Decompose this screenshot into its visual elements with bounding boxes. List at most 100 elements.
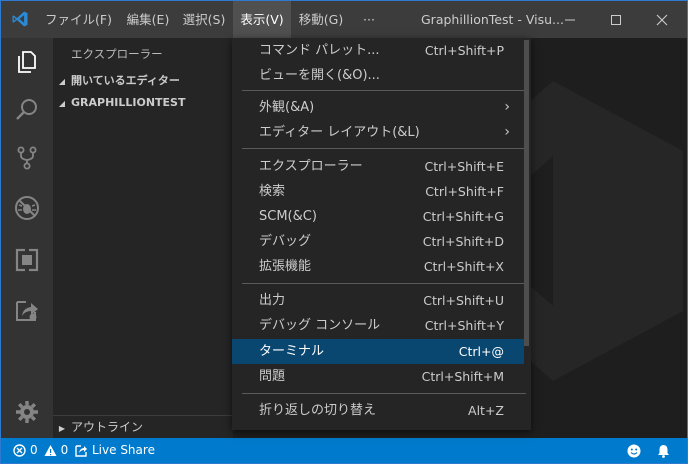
error-count: 0 [30,443,38,457]
activity-search[interactable] [1,86,53,134]
menu-item-label: ビューを開く(&O)... [259,68,380,83]
menu-item-output[interactable]: 出力 Ctrl+Shift+U [232,288,524,313]
menu-item-extensions[interactable]: 拡張機能 Ctrl+Shift+X [232,254,524,279]
menu-item-shortcut: Ctrl+Shift+M [421,369,504,384]
explorer-sidebar: エクスプローラー ◢ 開いているエディター ◢ GRAPHILLIONTEST ▶ ア… [53,38,233,438]
menu-item-shortcut: Ctrl+Shift+U [423,293,504,308]
menu-item-label: コマンド パレット... [259,43,380,58]
menu-item-label: デバッグ [259,234,312,249]
chevron-right-icon: ▶ [58,424,66,433]
live-share-icon [16,301,38,321]
activity-bar [1,38,53,438]
menu-edit[interactable]: 編集(E) [123,1,173,38]
menu-item-label: ターミナル [259,344,325,359]
menu-item-label: エクスプローラー [259,159,363,174]
menu-file[interactable]: ファイル(F) [41,1,116,38]
menu-item-shortcut: Ctrl+Shift+E [424,159,505,174]
menu-item-command-palette[interactable]: コマンド パレット... Ctrl+Shift+P [232,38,524,63]
menu-item-label: 検索 [259,184,286,199]
menu-item-toggle-word-wrap[interactable]: 折り返しの切り替え Alt+Z [232,398,524,423]
menu-item-terminal[interactable]: ターミナル Ctrl+@ [232,339,524,364]
menu-item-label: デバッグ コンソール [259,318,381,333]
menu-more[interactable]: ··· [356,1,382,38]
menu-separator [242,393,526,394]
menu-item-shortcut: Ctrl+Shift+P [424,43,504,58]
minimize-icon [565,19,575,20]
window-title: GraphillionTest - Visu... [421,12,564,27]
menu-item-label: エディター レイアウト(&L) [259,125,420,140]
chevron-right-icon: › [504,124,510,140]
live-share-button[interactable]: Live Share [75,438,155,463]
menu-go[interactable]: 移動(G) [295,1,347,38]
section-open-editors[interactable]: ◢ 開いているエディター [53,70,233,92]
gear-icon [16,401,38,423]
menu-item-shortcut: Ctrl+Shift+F [425,184,504,199]
menu-item-search[interactable]: 検索 Ctrl+Shift+F [232,179,524,204]
close-icon [656,14,668,25]
smiley-icon [627,444,641,457]
menu-item-scm[interactable]: SCM(&C) Ctrl+Shift+G [232,204,524,229]
activity-debug[interactable] [1,184,53,232]
section-outline-label: アウトライン [71,420,144,434]
activity-scm[interactable] [1,134,53,182]
vscode-logo-icon[interactable] [11,10,29,28]
menu-item-shortcut: Ctrl+Shift+Y [424,318,504,333]
warning-count: 0 [60,443,69,457]
feedback-button[interactable] [627,438,641,463]
warning-icon [44,445,57,456]
menu-item-label: 拡張機能 [259,259,312,274]
menu-item-debug-console[interactable]: デバッグ コンソール Ctrl+Shift+Y [232,313,524,338]
maximize-button[interactable] [593,1,639,38]
menu-selection[interactable]: 選択(S) [179,1,229,38]
chevron-right-icon: › [504,99,510,115]
activity-extensions[interactable] [1,236,53,284]
menu-item-explorer[interactable]: エクスプローラー Ctrl+Shift+E [232,154,524,179]
notifications-button[interactable] [657,438,670,463]
search-icon [16,99,37,120]
menu-view[interactable]: 表示(V) [233,1,291,38]
chevron-down-icon: ◢ [58,99,66,108]
sidebar-title: エクスプローラー [71,47,163,61]
section-workspace[interactable]: ◢ GRAPHILLIONTEST [53,92,233,114]
title-bar: ファイル(F) 編集(E) 選択(S) 表示(V) 移動(G) ··· Grap… [1,1,687,38]
activity-explorer[interactable] [1,38,53,86]
activity-live-share[interactable] [1,286,53,334]
menu-item-debug[interactable]: デバッグ Ctrl+Shift+D [232,229,524,254]
view-menu-dropdown: コマンド パレット... Ctrl+Shift+P ビューを開く(&O)... … [232,38,531,430]
menu-item-label: 出力 [259,293,286,308]
error-icon [13,444,26,457]
section-outline[interactable]: ▶ アウトライン [53,415,233,438]
debug-icon [15,196,39,220]
section-workspace-label: GRAPHILLIONTEST [71,96,186,109]
menu-item-appearance[interactable]: 外観(&A) › [232,95,524,120]
source-control-icon [17,146,37,170]
menu-item-editor-layout[interactable]: エディター レイアウト(&L) › [232,120,524,145]
live-share-icon [75,445,87,457]
activity-manage[interactable] [1,388,53,436]
minimize-button[interactable] [547,1,593,38]
menu-scrollbar[interactable] [524,40,529,346]
menu-item-shortcut: Ctrl+Shift+D [422,234,504,249]
bell-icon [658,444,669,458]
problems-indicator[interactable]: 0 0 [13,438,68,463]
menu-separator [242,148,526,149]
menu-item-label: 外観(&A) [259,100,315,115]
menu-separator [242,283,526,284]
vscode-window: ファイル(F) 編集(E) 選択(S) 表示(V) 移動(G) ··· Grap… [0,0,688,464]
section-open-editors-label: 開いているエディター [71,74,180,87]
menu-item-open-view[interactable]: ビューを開く(&O)... [232,63,524,88]
menu-item-shortcut: Ctrl+Shift+G [422,209,504,224]
menu-item-label: 問題 [259,369,286,384]
menu-item-shortcut: Alt+Z [468,403,504,418]
menu-item-label: 折り返しの切り替え [259,403,377,418]
chevron-down-icon: ◢ [58,77,66,86]
menu-item-problems[interactable]: 問題 Ctrl+Shift+M [232,364,524,389]
close-button[interactable] [639,1,685,38]
menu-item-shortcut: Ctrl+@ [458,344,504,359]
menu-separator [242,90,526,91]
maximize-icon [611,14,621,25]
live-share-label: Live Share [92,443,155,457]
menu-item-label: SCM(&C) [259,209,317,224]
files-icon [18,51,36,73]
status-bar: 0 0 Live Share [1,438,687,463]
